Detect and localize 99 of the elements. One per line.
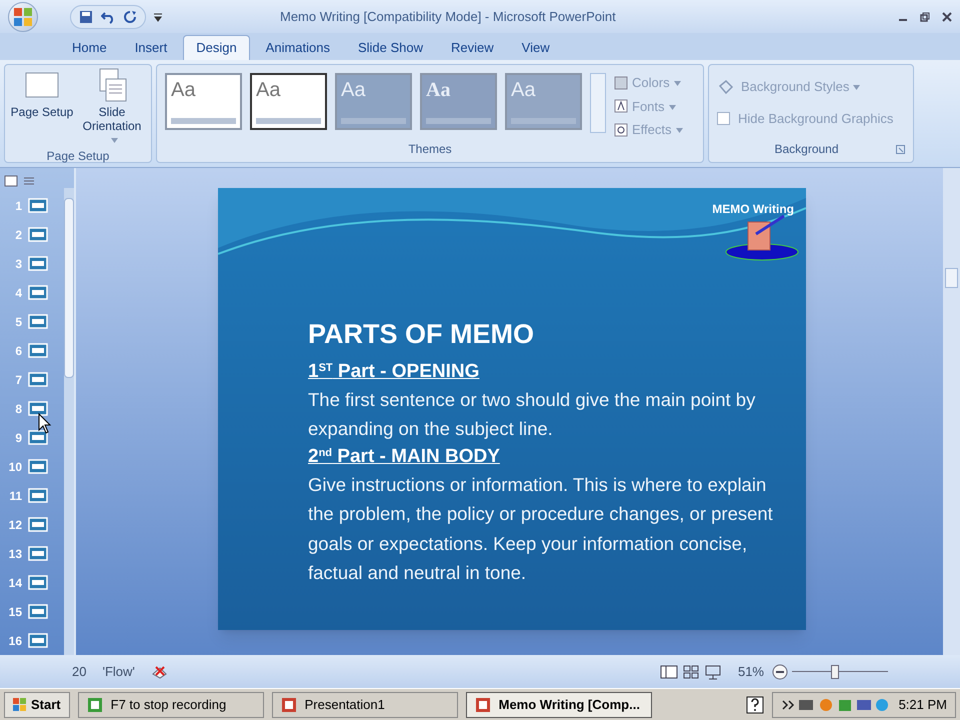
- caret-icon: [674, 81, 681, 86]
- slide-number: 13: [8, 546, 22, 563]
- help-icon[interactable]: [746, 696, 764, 714]
- theme-thumbnail[interactable]: Aa: [250, 73, 327, 130]
- slide-number: 1: [14, 198, 22, 215]
- customize-icon[interactable]: [154, 12, 162, 22]
- slide-thumbnail-icon[interactable]: [28, 256, 48, 272]
- group-label: Themes: [407, 141, 453, 158]
- slide-number: 11: [8, 488, 22, 505]
- redo-icon[interactable]: [123, 10, 137, 24]
- theme-name: 'Flow': [102, 662, 135, 681]
- app-icon: [280, 696, 297, 712]
- theme-sample-text: Aa: [511, 79, 536, 101]
- windows-logo-icon: [13, 698, 27, 712]
- office-button[interactable]: [8, 2, 38, 32]
- slide-header: MEMO Writing: [712, 201, 794, 218]
- taskbar-button[interactable]: Presentation1: [272, 692, 458, 718]
- ribbon-tab[interactable]: View: [510, 35, 562, 60]
- slide-number: 9: [14, 430, 22, 447]
- group-label: Background: [773, 141, 840, 158]
- ribbon-tab[interactable]: Slide Show: [346, 35, 436, 60]
- caret-icon: [110, 138, 118, 144]
- theme-sample-text: Aa: [171, 79, 196, 101]
- colors-icon: [614, 76, 628, 90]
- slide-thumbnail-icon[interactable]: [28, 488, 48, 504]
- slide-number: 14: [8, 574, 22, 592]
- slide-number: 5: [14, 314, 22, 331]
- slide-thumbnail-icon[interactable]: [28, 604, 48, 620]
- slide-thumbnail-icon[interactable]: [28, 546, 48, 562]
- checkbox[interactable]: [717, 112, 730, 125]
- scrollbar[interactable]: [64, 188, 74, 655]
- theme-thumbnail[interactable]: Aa: [165, 73, 242, 130]
- group-label: Page Setup: [46, 148, 110, 165]
- slide-thumbnail-icon[interactable]: [28, 227, 48, 242]
- zoom-slider[interactable]: [792, 664, 888, 678]
- ribbon-tab[interactable]: Animations: [254, 35, 342, 60]
- ribbon-button[interactable]: Page Setup: [10, 105, 74, 119]
- slide-number: 10: [8, 458, 22, 476]
- taskbar-button[interactable]: Memo Writing [Comp...: [466, 692, 652, 718]
- slide-heading: 2$^{nd}$ Part - MAIN BODY: [308, 444, 501, 468]
- normal-view-icon[interactable]: [660, 664, 678, 680]
- ribbon-tab[interactable]: Design: [183, 35, 250, 60]
- slide-thumbnail-icon[interactable]: [28, 285, 48, 300]
- undo-icon[interactable]: [101, 10, 115, 24]
- theme-sample-text: Aa: [341, 79, 366, 101]
- slide-thumbnail-icon[interactable]: [28, 575, 48, 590]
- ribbon-tab[interactable]: Review: [439, 35, 506, 60]
- slide-number: 7: [14, 372, 22, 389]
- slide-title: PARTS OF MEMO: [308, 318, 535, 351]
- slide-thumbnail-icon[interactable]: [28, 372, 48, 388]
- caret-icon: [668, 104, 676, 110]
- gallery-scrollbar[interactable]: [590, 73, 606, 133]
- restore-icon[interactable]: [920, 12, 930, 22]
- slide-sorter-icon[interactable]: [682, 664, 700, 680]
- slide-number: 15: [8, 604, 22, 621]
- office-logo-icon: [13, 6, 33, 26]
- ribbon-tab[interactable]: Home: [60, 35, 119, 60]
- slide-show-icon[interactable]: [704, 664, 722, 680]
- slide-number: 16: [8, 632, 22, 650]
- ribbon-tab[interactable]: Insert: [122, 35, 180, 60]
- slide-number: 4: [14, 284, 22, 302]
- slide-thumbnail-icon[interactable]: [28, 517, 48, 532]
- clock: 5:21 PM: [898, 696, 947, 714]
- taskbar-button[interactable]: F7 to stop recording: [78, 692, 264, 718]
- spelling-check-icon[interactable]: [150, 664, 169, 680]
- theme-sample-text: Aa: [256, 79, 282, 101]
- mouse-pointer-icon: [38, 413, 52, 435]
- slide-number: 3: [14, 256, 22, 273]
- slide-number: 8: [14, 400, 22, 418]
- slide-thumbnail-icon[interactable]: [28, 343, 48, 358]
- checkbox-label: Hide Background Graphics: [738, 110, 894, 128]
- slide-thumbnail-icon[interactable]: [28, 430, 48, 446]
- start-button[interactable]: Start: [4, 692, 70, 718]
- slide-number: 6: [14, 342, 22, 360]
- fonts-icon: [614, 99, 628, 114]
- slide-count: 20: [72, 662, 86, 681]
- slide-number: 12: [8, 516, 22, 534]
- slide-heading: 1$^{ST}$ Part - OPENING: [308, 360, 480, 384]
- slide-number: 2: [14, 226, 22, 244]
- slide-thumbnail-icon[interactable]: [28, 314, 48, 330]
- vertical-scrollbar[interactable]: [943, 168, 960, 655]
- caret-icon: [853, 85, 860, 90]
- close-icon[interactable]: [942, 12, 952, 22]
- save-icon[interactable]: [79, 10, 93, 24]
- slide-thumbnail-icon[interactable]: [28, 198, 48, 214]
- slide-thumbnail-icon[interactable]: [28, 401, 48, 416]
- slides-tab-icon[interactable]: [4, 174, 18, 188]
- caret-icon: [676, 128, 683, 134]
- effects-icon: [614, 122, 628, 137]
- app-icon: [86, 696, 103, 712]
- theme-sample-text: Aa: [426, 79, 452, 101]
- dialog-launcher-icon[interactable]: [896, 144, 905, 154]
- zoom-level[interactable]: 51%: [738, 662, 764, 682]
- zoom-out-icon[interactable]: [772, 664, 788, 680]
- slide-thumbnail-icon[interactable]: [28, 633, 48, 648]
- slide-thumbnail-icon[interactable]: [28, 459, 48, 474]
- app-icon: [474, 696, 491, 712]
- window-title: Memo Writing [Compatibility Mode] - Microsoft PowerPoint: [280, 8, 616, 26]
- ribbon-button[interactable]: Slide Orientation: [79, 105, 145, 147]
